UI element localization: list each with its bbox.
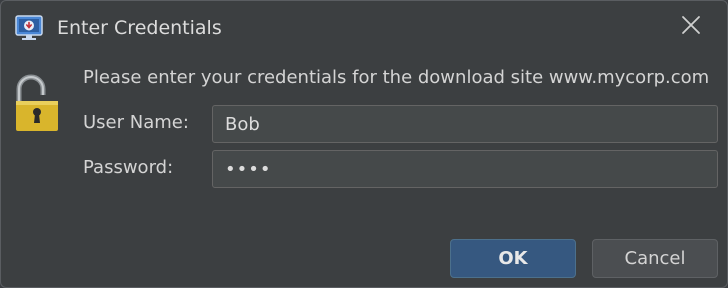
user-name-label: User Name: <box>83 112 189 133</box>
download-monitor-icon <box>14 13 44 43</box>
password-input[interactable] <box>212 150 718 188</box>
ok-button[interactable]: OK <box>450 239 576 278</box>
close-icon <box>681 15 701 39</box>
dialog-title: Enter Credentials <box>57 17 222 39</box>
credentials-dialog: Enter Credentials Please enter your cred… <box>0 0 728 288</box>
open-padlock-icon <box>14 73 60 133</box>
title-bar[interactable]: Enter Credentials <box>1 1 727 55</box>
credentials-message: Please enter your credentials for the do… <box>83 67 710 88</box>
user-name-input[interactable] <box>212 105 718 143</box>
cancel-button[interactable]: Cancel <box>592 239 718 278</box>
close-button[interactable] <box>675 11 707 43</box>
password-label: Password: <box>83 157 174 178</box>
